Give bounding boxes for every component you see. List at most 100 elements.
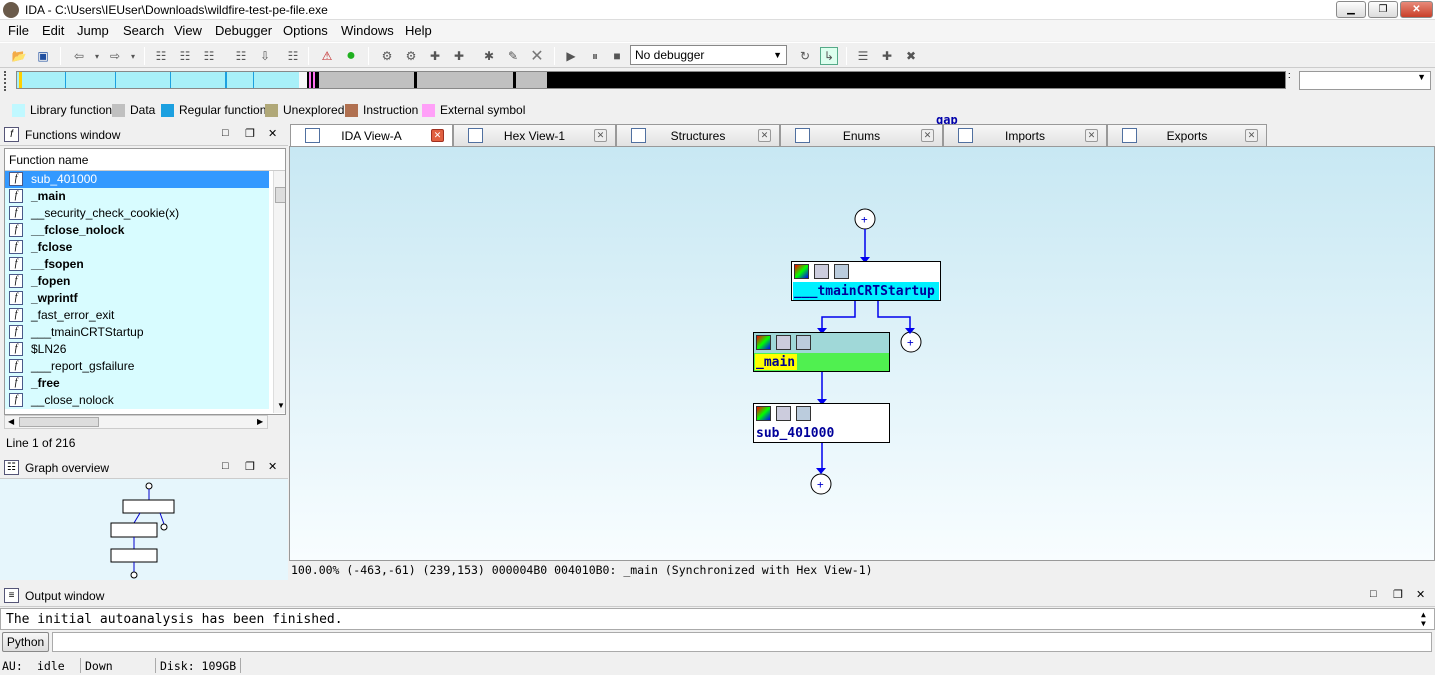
- back-dropdown-icon[interactable]: ▾: [88, 47, 106, 65]
- function-row[interactable]: f __fsopen: [5, 256, 269, 273]
- color-picker-icon[interactable]: [756, 406, 771, 421]
- menu-search[interactable]: Search: [123, 23, 164, 38]
- float-pane-icon[interactable]: ❐: [245, 127, 255, 140]
- restore-pane-icon[interactable]: □: [222, 460, 229, 472]
- functions-list-icon[interactable]: ☰: [854, 47, 872, 65]
- rename-node-icon[interactable]: [776, 335, 791, 350]
- ida-graph-view[interactable]: + + + ___tmainCRTStartup _main sub_40100…: [289, 146, 1435, 561]
- close-pane-icon[interactable]: ✕: [268, 127, 277, 140]
- make-data-icon[interactable]: ⚙: [402, 47, 420, 65]
- tab-hex-view-1[interactable]: Hex View-1 ✕: [453, 124, 616, 146]
- navigation-band[interactable]: [16, 71, 1286, 89]
- python-command-input[interactable]: [52, 632, 1432, 652]
- menu-options[interactable]: Options: [283, 23, 328, 38]
- minimize-button[interactable]: ▁: [1336, 1, 1366, 18]
- hscroll-thumb[interactable]: [19, 417, 99, 427]
- graph-overview-canvas[interactable]: [0, 479, 288, 580]
- function-row[interactable]: f ___tmainCRTStartup: [5, 324, 269, 341]
- add-breakpoint-icon[interactable]: ✚: [878, 47, 896, 65]
- function-row[interactable]: f _fclose: [5, 239, 269, 256]
- play-icon[interactable]: ▶: [562, 47, 580, 65]
- make-array-icon[interactable]: ✚: [450, 47, 468, 65]
- rename-node-icon[interactable]: [776, 406, 791, 421]
- graph-node-tmaincrtstartup[interactable]: ___tmainCRTStartup: [791, 261, 941, 301]
- function-row[interactable]: f _free: [5, 375, 269, 392]
- delete-x-icon[interactable]: ✕: [528, 47, 546, 65]
- binoculars-icon[interactable]: ☷: [152, 47, 170, 65]
- stop-icon[interactable]: ■: [608, 47, 626, 65]
- scroll-down-icon[interactable]: ▼: [277, 401, 285, 410]
- undefine-icon[interactable]: ✱: [480, 47, 498, 65]
- forward-dropdown-icon[interactable]: ▾: [124, 47, 142, 65]
- functions-hscrollbar[interactable]: ◀ ▶: [4, 415, 268, 429]
- graph-mode-icon[interactable]: ↳: [820, 47, 838, 65]
- float-pane-icon[interactable]: ❐: [245, 460, 255, 473]
- graph-node-main[interactable]: _main: [753, 332, 890, 372]
- make-code-icon[interactable]: ⚙: [378, 47, 396, 65]
- scroll-thumb[interactable]: [275, 187, 285, 203]
- debugger-select[interactable]: No debugger ▼: [630, 45, 787, 65]
- remove-breakpoint-icon[interactable]: ✖: [902, 47, 920, 65]
- navband-dropdown[interactable]: ▼: [1299, 71, 1431, 90]
- column-header-function-name[interactable]: Function name: [5, 149, 285, 171]
- search-next-icon[interactable]: ☷: [284, 47, 302, 65]
- close-window-button[interactable]: ✕: [1400, 1, 1433, 18]
- close-tab-icon[interactable]: ✕: [431, 129, 444, 142]
- output-scroll-icon[interactable]: ▲ ▼: [1421, 610, 1426, 628]
- tab-exports[interactable]: Exports ✕: [1107, 124, 1267, 146]
- down-arrow-icon[interactable]: ⇩: [256, 47, 274, 65]
- scroll-right-icon[interactable]: ▶: [257, 417, 263, 426]
- maximize-button[interactable]: ❐: [1368, 1, 1398, 18]
- function-row[interactable]: f _fopen: [5, 273, 269, 290]
- color-picker-icon[interactable]: [756, 335, 771, 350]
- save-icon[interactable]: ▣: [34, 47, 52, 65]
- function-row[interactable]: f __security_check_cookie(x): [5, 205, 269, 222]
- function-row[interactable]: f ___report_gsfailure: [5, 358, 269, 375]
- close-tab-icon[interactable]: ✕: [1245, 129, 1258, 142]
- make-string-icon[interactable]: ✚: [426, 47, 444, 65]
- close-pane-icon[interactable]: ✕: [1416, 588, 1425, 601]
- open-folder-icon[interactable]: 📂: [10, 47, 28, 65]
- warning-icon[interactable]: ⚠: [318, 47, 336, 65]
- python-button[interactable]: Python: [2, 632, 49, 652]
- step-icon[interactable]: ↻: [796, 47, 814, 65]
- pause-icon[interactable]: ⏸: [586, 47, 604, 65]
- restore-pane-icon[interactable]: □: [222, 127, 229, 139]
- close-pane-icon[interactable]: ✕: [268, 460, 277, 473]
- menu-jump[interactable]: Jump: [77, 23, 109, 38]
- restore-pane-icon[interactable]: □: [1370, 588, 1377, 600]
- tab-structures[interactable]: Structures ✕: [616, 124, 780, 146]
- float-pane-icon[interactable]: ❐: [1393, 588, 1403, 601]
- close-tab-icon[interactable]: ✕: [594, 129, 607, 142]
- function-row[interactable]: f _wprintf: [5, 290, 269, 307]
- function-row[interactable]: f __close_nolock: [5, 392, 269, 409]
- menu-debugger[interactable]: Debugger: [215, 23, 272, 38]
- menu-windows[interactable]: Windows: [341, 23, 394, 38]
- tab-enums[interactable]: Enums ✕: [780, 124, 943, 146]
- group-node-icon[interactable]: [796, 335, 811, 350]
- scroll-left-icon[interactable]: ◀: [8, 417, 14, 426]
- function-row[interactable]: f sub_401000: [5, 171, 269, 188]
- search-text-icon[interactable]: ☷: [176, 47, 194, 65]
- menu-edit[interactable]: Edit: [42, 23, 64, 38]
- tab-imports[interactable]: Imports ✕: [943, 124, 1107, 146]
- close-tab-icon[interactable]: ✕: [921, 129, 934, 142]
- color-picker-icon[interactable]: [794, 264, 809, 279]
- search-immediate-icon[interactable]: ☷: [232, 47, 250, 65]
- graph-node-sub-401000[interactable]: sub_401000: [753, 403, 890, 443]
- back-arrow-icon[interactable]: ⇦: [70, 47, 88, 65]
- function-row[interactable]: f _fast_error_exit: [5, 307, 269, 324]
- close-tab-icon[interactable]: ✕: [758, 129, 771, 142]
- close-tab-icon[interactable]: ✕: [1085, 129, 1098, 142]
- rename-icon[interactable]: ✎: [504, 47, 522, 65]
- functions-scrollbar[interactable]: ▼: [273, 171, 285, 413]
- menu-view[interactable]: View: [174, 23, 202, 38]
- tab-ida-view-a[interactable]: IDA View-A ✕: [290, 124, 453, 147]
- function-row[interactable]: f __fclose_nolock: [5, 222, 269, 239]
- function-row[interactable]: f $LN26: [5, 341, 269, 358]
- menu-help[interactable]: Help: [405, 23, 432, 38]
- group-node-icon[interactable]: [796, 406, 811, 421]
- rename-node-icon[interactable]: [814, 264, 829, 279]
- forward-arrow-icon[interactable]: ⇨: [106, 47, 124, 65]
- search-binary-icon[interactable]: ☷: [200, 47, 218, 65]
